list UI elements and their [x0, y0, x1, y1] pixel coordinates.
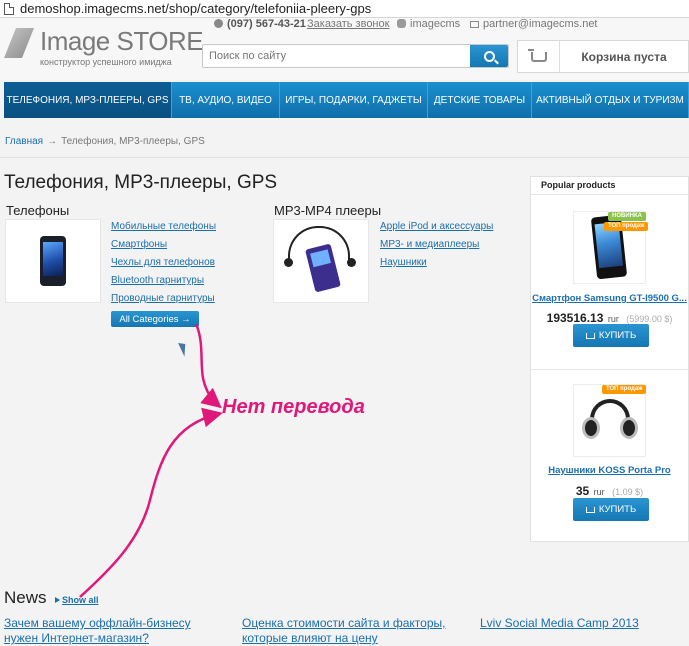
news-item-line: Lviv Social Media Camp 2013	[480, 616, 639, 630]
news-item-line: нужен Интернет-магазин?	[4, 631, 149, 645]
popular-products-panel: Popular products НОВИНКА ТОП продаж Смар…	[530, 176, 689, 542]
buy-button[interactable]: КУПИТЬ	[573, 324, 649, 347]
price-alt: (5999.00 $)	[626, 314, 673, 324]
headphone-cup-image	[582, 417, 600, 439]
buy-label: КУПИТЬ	[598, 330, 637, 341]
new-badge: НОВИНКА	[608, 212, 646, 221]
price-currency: rur	[593, 487, 605, 497]
top-sales-badge: ТОП продаж	[602, 385, 647, 394]
news-item-line: которые влияют на цену	[242, 631, 378, 645]
annotation-arrow-top	[194, 323, 222, 409]
popular-products-title: Popular products	[531, 177, 688, 195]
show-all-label: Show all	[62, 595, 99, 605]
annotation-arrow-bottom	[79, 407, 223, 598]
product-name[interactable]: Смартфон Samsung GT-I9500 G...	[531, 293, 688, 304]
top-sales-badge: ТОП продаж	[604, 222, 649, 231]
news-title: News	[4, 588, 47, 607]
cart-icon	[585, 506, 595, 513]
product-name[interactable]: Наушники KOSS Porta Pro	[531, 465, 688, 476]
product-image[interactable]: ТОП продаж	[573, 384, 647, 457]
show-all-news-link[interactable]: Show all	[55, 595, 99, 605]
product-image[interactable]: НОВИНКА ТОП продаж	[573, 211, 649, 284]
cart-icon	[585, 332, 595, 339]
price-value: 193516.13	[546, 311, 604, 325]
news-item-line: Зачем вашему оффлайн-бизнесу	[4, 616, 191, 630]
news-item[interactable]: Lviv Social Media Camp 2013	[480, 616, 639, 631]
news-item[interactable]: Оценка стоимости сайта и факторы, которы…	[242, 616, 445, 646]
buy-button[interactable]: КУПИТЬ	[573, 498, 649, 521]
product-card: НОВИНКА ТОП продаж Смартфон Samsung GT-I…	[531, 196, 688, 369]
triangle-right-icon	[55, 597, 60, 603]
product-card: ТОП продаж Наушники KOSS Porta Pro 35 ru…	[531, 370, 688, 542]
price-alt: (1.09 $)	[612, 487, 644, 497]
annotation-label: Нет перевода	[222, 396, 365, 418]
price-value: 35	[575, 484, 590, 498]
price-currency: rur	[607, 314, 619, 324]
news-item[interactable]: Зачем вашему оффлайн-бизнесу нужен Интер…	[4, 616, 191, 646]
headphone-cup-image	[620, 417, 638, 439]
buy-label: КУПИТЬ	[598, 504, 637, 515]
news-item-line: Оценка стоимости сайта и факторы,	[242, 616, 446, 630]
